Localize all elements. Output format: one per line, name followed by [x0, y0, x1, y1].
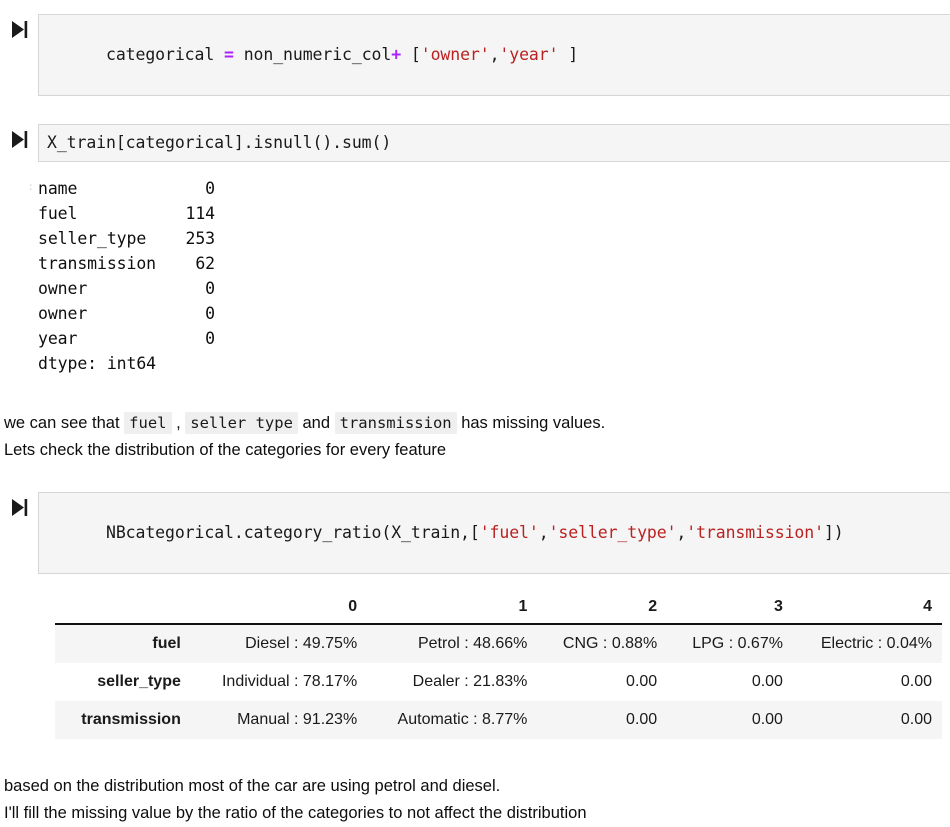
spacer-between-cells-1-2 — [0, 96, 950, 124]
output-prompt-label: : — [27, 180, 34, 193]
dataframe-cell: LPG : 0.67% — [667, 624, 793, 663]
run-cell-icon — [11, 131, 27, 148]
markdown-text: and — [297, 414, 335, 432]
code-token-string: 'fuel' — [479, 523, 539, 542]
code-token: , — [676, 523, 687, 542]
dataframe-cell: 0.00 — [537, 663, 668, 701]
code-token-string: 'seller_type' — [548, 523, 677, 542]
markdown-cell-bottom[interactable]: based on the distribution most of the ca… — [0, 773, 950, 827]
markdown-line-2: Lets check the distribution of the categ… — [4, 441, 447, 459]
run-cell-button-1[interactable] — [0, 14, 38, 39]
code-line-3: NBcategorical.category_ratio(X_train,['f… — [47, 500, 950, 566]
code-token-string: 'owner' — [420, 45, 490, 64]
markdown-text: we can see that — [4, 414, 125, 432]
dataframe-head: 0 1 2 3 4 — [55, 592, 942, 625]
code-editor-3[interactable]: NBcategorical.category_ratio(X_train,['f… — [38, 492, 950, 574]
spacer-above-cell-3 — [0, 464, 950, 492]
run-cell-icon — [11, 21, 27, 38]
code-cell-1[interactable]: categorical = non_numeric_col+ ['owner',… — [0, 14, 950, 96]
dataframe-cell: Petrol : 48.66% — [367, 624, 538, 663]
dataframe-col-header-2: 2 — [537, 592, 668, 625]
dataframe-row-index: fuel — [55, 624, 191, 663]
code-token-string: 'year' — [499, 45, 559, 64]
dataframe-cell: 0.00 — [667, 663, 793, 701]
run-cell-button-3[interactable] — [0, 492, 38, 517]
dataframe-body: fuel Diesel : 49.75% Petrol : 48.66% CNG… — [55, 624, 942, 739]
markdown-line-1: based on the distribution most of the ca… — [4, 777, 501, 795]
cell-output-dataframe: 0 1 2 3 4 fuel Diesel : 49.75% Petrol : … — [0, 592, 950, 739]
dataframe-cell: Manual : 91.23% — [190, 701, 368, 739]
code-line-1: categorical = non_numeric_col+ ['owner',… — [47, 22, 950, 88]
dataframe-col-header-4: 4 — [792, 592, 942, 625]
markdown-line-2: I'll fill the missing value by the ratio… — [4, 804, 587, 822]
code-editor-2[interactable]: X_train[categorical].isnull().sum() — [38, 124, 950, 162]
dataframe-col-header-3: 3 — [667, 592, 793, 625]
code-editor-1[interactable]: categorical = non_numeric_col+ ['owner',… — [38, 14, 950, 96]
dataframe-cell: Individual : 78.17% — [190, 663, 368, 701]
code-token: NBcategorical.category_ratio(X_train,[ — [106, 523, 480, 542]
cell-output-series: : name 0 fuel 114 seller_type 253 transm… — [0, 176, 950, 376]
dataframe-col-header-0: 0 — [190, 592, 368, 625]
dataframe-cell: Automatic : 8.77% — [367, 701, 538, 739]
markdown-text: has missing values. — [456, 414, 606, 432]
spacer-above-dataframe — [0, 574, 950, 592]
code-cell-2[interactable]: X_train[categorical].isnull().sum() — [0, 124, 950, 162]
code-line-2: X_train[categorical].isnull().sum() — [47, 133, 392, 152]
dataframe-cell: 0.00 — [537, 701, 668, 739]
inline-code-fuel: fuel — [124, 412, 172, 434]
spacer-above-output — [0, 162, 950, 176]
output-text: name 0 fuel 114 seller_type 253 transmis… — [38, 179, 216, 373]
spacer-above-markdown-bottom — [0, 739, 950, 773]
spacer-above-markdown-top — [0, 376, 950, 410]
spacer-top — [0, 0, 950, 14]
code-token-operator: = — [224, 45, 234, 64]
table-row: fuel Diesel : 49.75% Petrol : 48.66% CNG… — [55, 624, 942, 663]
code-token: ] — [558, 45, 579, 64]
code-token: , — [538, 523, 549, 542]
table-row: seller_type Individual : 78.17% Dealer :… — [55, 663, 942, 701]
code-token-string: 'transmission' — [686, 523, 824, 542]
table-row: transmission Manual : 91.23% Automatic :… — [55, 701, 942, 739]
dataframe-row-index: seller_type — [55, 663, 191, 701]
code-token: [ — [401, 45, 421, 64]
dataframe-table: 0 1 2 3 4 fuel Diesel : 49.75% Petrol : … — [55, 592, 942, 739]
code-cell-3[interactable]: NBcategorical.category_ratio(X_train,['f… — [0, 492, 950, 574]
run-cell-icon — [11, 499, 27, 516]
inline-code-seller-type: seller type — [185, 412, 298, 434]
dataframe-cell: Dealer : 21.83% — [367, 663, 538, 701]
code-token-operator: + — [391, 45, 402, 64]
code-token: categorical — [106, 45, 225, 64]
code-token: ]) — [823, 523, 844, 542]
dataframe-cell: Electric : 0.04% — [792, 624, 942, 663]
markdown-line-1: we can see that fuel , seller type and t… — [4, 410, 950, 437]
dataframe-header-row: 0 1 2 3 4 — [55, 592, 942, 625]
dataframe-cell: Diesel : 49.75% — [190, 624, 368, 663]
run-cell-button-2[interactable] — [0, 124, 38, 149]
dataframe-col-header-1: 1 — [367, 592, 538, 625]
inline-code-transmission: transmission — [334, 412, 457, 434]
markdown-text: , — [171, 414, 186, 432]
markdown-cell-top[interactable]: we can see that fuel , seller type and t… — [0, 410, 950, 464]
dataframe-row-index: transmission — [55, 701, 191, 739]
dataframe-cell: 0.00 — [792, 663, 942, 701]
dataframe-cell: CNG : 0.88% — [537, 624, 668, 663]
dataframe-cell: 0.00 — [792, 701, 942, 739]
dataframe-cell: 0.00 — [667, 701, 793, 739]
code-token: non_numeric_col — [233, 45, 392, 64]
code-token: , — [489, 45, 500, 64]
dataframe-index-header — [55, 592, 191, 625]
